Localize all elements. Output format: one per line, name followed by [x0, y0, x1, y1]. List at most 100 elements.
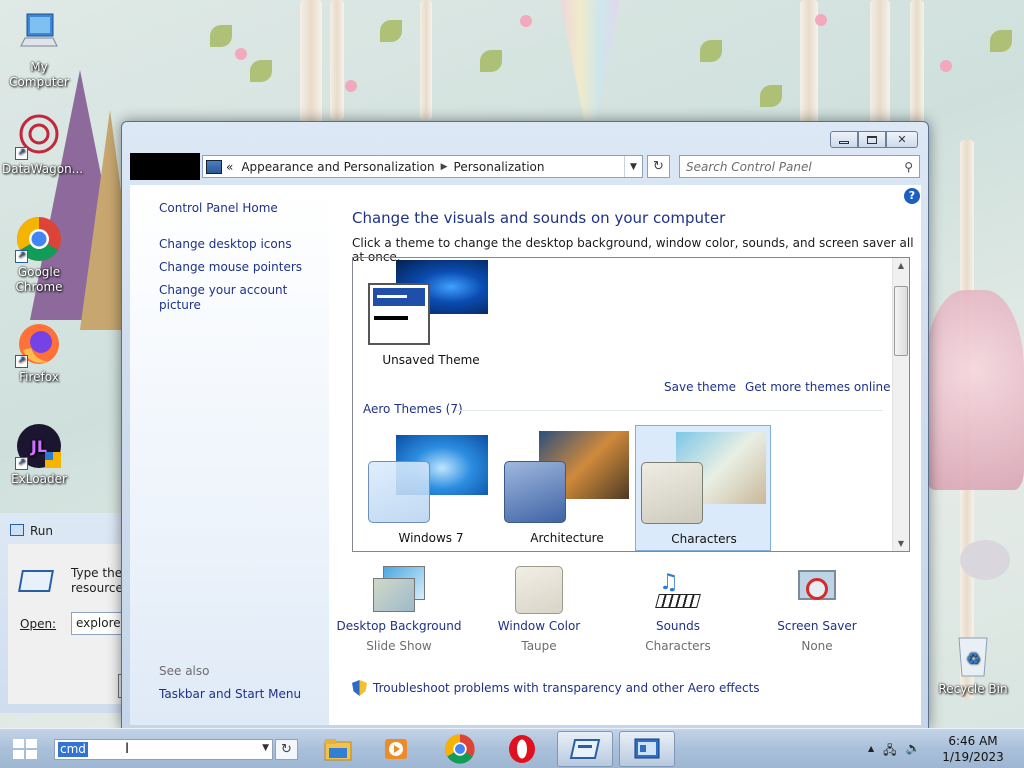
search-input[interactable]: Search Control Panel ⚲: [679, 155, 920, 178]
navigation-buttons-redacted: [130, 153, 200, 180]
breadcrumb-item-appearance[interactable]: Appearance and Personalization: [241, 160, 434, 174]
content-pane: Change the visuals and sounds on your co…: [329, 185, 921, 725]
theme-windows-7[interactable]: Windows 7: [363, 425, 503, 551]
run-title: Run: [30, 524, 54, 538]
address-dropdown-icon[interactable]: ▼: [624, 156, 642, 177]
taskbar-opera[interactable]: [494, 731, 550, 767]
close-icon: ✕: [897, 133, 907, 146]
theme-list[interactable]: Unsaved Theme Save theme Get more themes…: [352, 257, 910, 552]
change-account-picture-link[interactable]: Change your account picture: [159, 283, 329, 313]
windows-7-color-swatch: [368, 461, 430, 523]
text-cursor-icon: I: [125, 741, 130, 757]
desktop-icon-google-chrome[interactable]: ↗ Google Chrome: [2, 215, 76, 295]
desktop-icon-my-computer[interactable]: My Computer: [2, 10, 76, 90]
taskbar-media-player[interactable]: [368, 731, 424, 767]
screen-saver-setting[interactable]: Screen Saver None: [752, 566, 882, 656]
minimize-button[interactable]: [830, 131, 858, 148]
taskbar-refresh-button[interactable]: ↻: [275, 739, 298, 760]
chrome-icon: ↗: [15, 215, 63, 263]
group-divider: [455, 410, 883, 411]
troubleshoot-row[interactable]: Troubleshoot problems with transparency …: [352, 680, 760, 696]
screen-saver-icon: [792, 566, 842, 616]
desktop-background-value: Slide Show: [366, 639, 432, 653]
desktop-icon-recycle-bin[interactable]: ♻ Recycle Bin: [936, 632, 1010, 697]
system-tray: ▲ 🖧 🔈: [868, 741, 921, 762]
save-theme-link[interactable]: Save theme: [664, 380, 736, 394]
theme-architecture[interactable]: Architecture: [499, 425, 639, 551]
clock-date: 1/19/2023: [942, 750, 1004, 764]
theme-characters[interactable]: Characters: [635, 425, 771, 551]
address-bar[interactable]: « Appearance and Personalization ▶ Perso…: [202, 155, 643, 178]
change-desktop-icons-link[interactable]: Change desktop icons: [159, 237, 292, 252]
window-color-setting[interactable]: Window Color Taupe: [474, 566, 604, 656]
minimize-icon: [839, 140, 849, 144]
unsaved-theme-color-swatch: [368, 283, 430, 345]
taskbar: cmd I ▼ ↻ ▲ 🖧 🔈 6:46 AM 1/19/2023: [0, 728, 1024, 768]
desktop-icon-label: Firefox: [19, 370, 59, 384]
taskbar-chrome[interactable]: [432, 731, 488, 767]
scroll-up-icon[interactable]: ▲: [893, 261, 909, 270]
windows-logo-icon: [13, 739, 37, 759]
theme-label: Architecture: [530, 531, 604, 545]
help-icon[interactable]: ?: [904, 188, 920, 204]
theme-list-scrollbar[interactable]: ▲ ▼: [892, 258, 909, 551]
svg-text:♻: ♻: [966, 649, 980, 668]
taskbar-run[interactable]: [557, 731, 613, 767]
run-dialog[interactable]: Run Type the resource, Open: explorer: [0, 513, 131, 713]
restore-button[interactable]: [858, 131, 886, 148]
taskbar-start-menu-link[interactable]: Taskbar and Start Menu: [159, 687, 301, 702]
see-also-heading: See also: [159, 664, 210, 678]
desktop-icon-label: DataWagon...: [2, 162, 84, 176]
desktop-icon-datawagon[interactable]: ↗ DataWagon...: [2, 112, 83, 177]
taskbar-address-input[interactable]: cmd I ▼: [54, 739, 273, 760]
personalization-window[interactable]: ✕ « Appearance and Personalization ▶ Per…: [121, 121, 929, 729]
get-more-themes-link[interactable]: Get more themes online: [745, 380, 891, 394]
sounds-setting[interactable]: ♫ Sounds Characters: [613, 566, 743, 656]
desktop-background-title[interactable]: Desktop Background: [334, 616, 464, 636]
scroll-down-icon[interactable]: ▼: [893, 539, 909, 548]
desktop-icon-firefox[interactable]: ↗ Firefox: [2, 320, 76, 385]
address-dropdown-icon[interactable]: ▼: [262, 743, 269, 753]
theme-label: Windows 7: [398, 531, 464, 545]
refresh-button[interactable]: ↻: [647, 155, 670, 178]
sounds-title[interactable]: Sounds: [613, 616, 743, 636]
run-body: Type the resource, Open: explorer: [8, 544, 131, 704]
close-button[interactable]: ✕: [886, 131, 918, 148]
shortcut-arrow-icon: ↗: [15, 355, 28, 368]
network-icon[interactable]: 🖧: [883, 741, 896, 762]
desktop-icon-label: Recycle Bin: [938, 682, 1008, 696]
page-title: Change the visuals and sounds on your co…: [352, 209, 726, 227]
desktop-icon-label: ExLoader: [11, 472, 67, 486]
breadcrumb-overflow[interactable]: «: [226, 160, 233, 174]
clock[interactable]: 6:46 AM 1/19/2023: [940, 733, 1006, 765]
desktop-background-icon: [371, 566, 427, 616]
start-button[interactable]: [10, 736, 40, 762]
screen-saver-title[interactable]: Screen Saver: [752, 616, 882, 636]
shield-icon: [352, 680, 367, 696]
breadcrumb-separator-icon[interactable]: ▶: [441, 162, 448, 172]
troubleshoot-link[interactable]: Troubleshoot problems with transparency …: [373, 681, 760, 695]
show-hidden-icons-icon[interactable]: ▲: [868, 744, 874, 762]
window-color-value: Taupe: [521, 639, 557, 653]
exloader-icon: JL ↗: [15, 422, 63, 470]
run-icon: [18, 570, 54, 592]
desktop-background-setting[interactable]: Desktop Background Slide Show: [334, 566, 464, 656]
sounds-icon: ♫: [653, 566, 703, 616]
search-icon[interactable]: ⚲: [904, 160, 913, 174]
recycle-bin-icon: ♻: [949, 632, 997, 680]
theme-unsaved[interactable]: Unsaved Theme: [363, 258, 503, 373]
desktop-icon-exloader[interactable]: JL ↗ ExLoader: [2, 422, 76, 487]
scroll-thumb[interactable]: [894, 286, 908, 356]
run-title-icon: [10, 524, 24, 536]
control-panel-home-link[interactable]: Control Panel Home: [159, 201, 278, 216]
taskbar-control-panel[interactable]: [619, 731, 675, 767]
change-mouse-pointers-link[interactable]: Change mouse pointers: [159, 260, 302, 275]
breadcrumb-item-personalization[interactable]: Personalization: [454, 160, 545, 174]
window-color-title[interactable]: Window Color: [474, 616, 604, 636]
search-placeholder: Search Control Panel: [686, 159, 812, 174]
desktop-icon-label: Google Chrome: [15, 265, 63, 294]
shortcut-arrow-icon: ↗: [15, 250, 28, 263]
taskbar-file-explorer[interactable]: [310, 731, 366, 767]
volume-icon[interactable]: 🔈: [906, 741, 921, 762]
refresh-icon: ↻: [653, 159, 664, 174]
